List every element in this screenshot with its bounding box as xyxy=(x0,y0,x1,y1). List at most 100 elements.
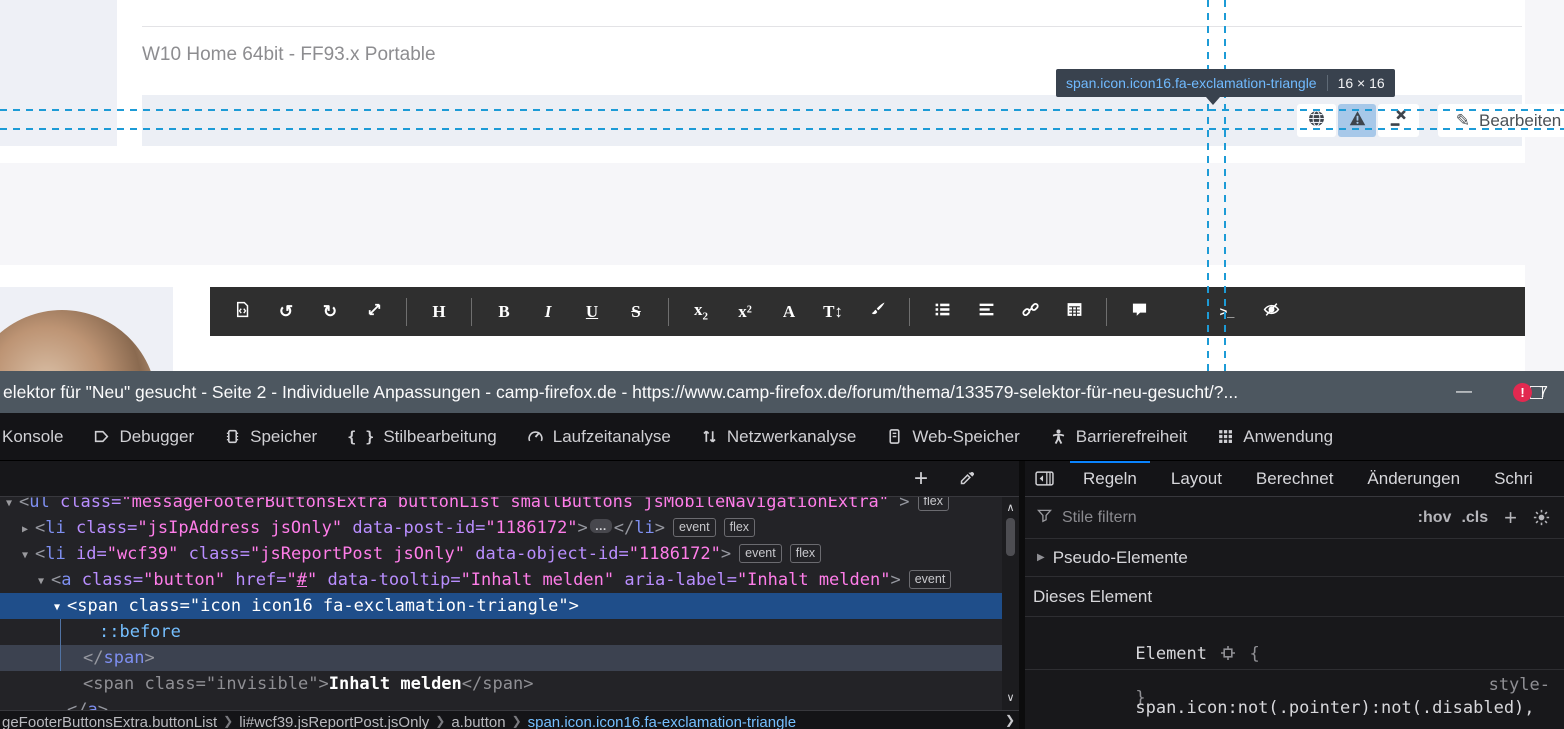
editor-redo-button[interactable]: ↻ xyxy=(308,287,352,336)
editor-fullscreen-button[interactable] xyxy=(352,287,396,336)
source-code-icon xyxy=(234,301,251,323)
infobar-selector: span.icon.icon16.fa-exclamation-triangle xyxy=(1066,75,1317,91)
scrollbar-thumb[interactable] xyxy=(1006,518,1015,556)
editor-italic-button[interactable]: I xyxy=(526,287,570,336)
devtools-tab-anwendung[interactable]: Anwendung xyxy=(1202,413,1348,460)
tab-label: Web-Speicher xyxy=(912,427,1019,447)
editor-table-button[interactable] xyxy=(1052,287,1096,336)
devtools-tab-debugger[interactable]: Debugger xyxy=(78,413,209,460)
rule-declaration[interactable]: ··cursor: default; xyxy=(1033,721,1320,729)
editor-terminal-button[interactable]: >_ xyxy=(1205,287,1249,336)
devtools-tab-stilbearbeitung[interactable]: { }Stilbearbeitung xyxy=(332,413,512,460)
eyedropper-button[interactable] xyxy=(958,470,975,487)
light-scheme-simulation-button[interactable] xyxy=(1533,509,1550,526)
editor-bold-button[interactable]: B xyxy=(482,287,526,336)
scroll-up-icon[interactable]: ∧ xyxy=(1002,499,1019,516)
devtools-tab-konsole[interactable]: Konsole xyxy=(0,413,78,460)
minimize-button[interactable]: — xyxy=(1450,371,1478,413)
devtools-tab-web-speicher[interactable]: Web-Speicher xyxy=(871,413,1034,460)
tab-label: Laufzeitanalyse xyxy=(553,427,671,447)
add-rule-button[interactable]: + xyxy=(1504,505,1517,531)
markup-row[interactable]: </span> xyxy=(0,645,1002,671)
chevron-right-icon: ▶ xyxy=(1037,552,1045,563)
post-footer-bar: ✎ Bearbeiten 66 ★ xyxy=(142,95,1522,146)
editor-subscript-button[interactable]: x2 xyxy=(679,287,723,336)
editor-undo-button[interactable]: ↺ xyxy=(264,287,308,336)
highlight-selector-target-icon[interactable] xyxy=(1217,644,1239,664)
twisty-collapsed-icon[interactable]: ▶ xyxy=(22,517,35,543)
editor-strikethrough-button[interactable]: S xyxy=(614,287,658,336)
event-badge[interactable]: event xyxy=(739,544,782,563)
scroll-down-icon[interactable]: ∨ xyxy=(1002,689,1019,706)
editor-font-color-button[interactable]: A xyxy=(767,287,811,336)
sidebar-tab-berechnet[interactable]: Berechnet xyxy=(1239,461,1351,496)
breadcrumb-item[interactable]: span.icon.icon16.fa-exclamation-triangle xyxy=(528,714,796,729)
markup-row[interactable]: <span class="invisible">Inhalt melden</s… xyxy=(0,671,1002,697)
sidebar-toggle-icon[interactable] xyxy=(1035,471,1054,486)
tab-label: Netzwerkanalyse xyxy=(727,427,856,447)
markup-row[interactable]: ▼<a class="button" href="#" data-tooltip… xyxy=(0,567,1002,593)
window-title: elektor für "Neu" gesucht - Seite 2 - In… xyxy=(3,382,1238,403)
editor-align-button[interactable] xyxy=(964,287,1008,336)
error-badge[interactable]: ! 7 xyxy=(1513,383,1548,402)
twisty-expanded-icon[interactable]: ▼ xyxy=(22,543,35,569)
devtools-tab-barrierefreiheit[interactable]: Barrierefreiheit xyxy=(1035,413,1203,460)
window-titlebar[interactable]: elektor für "Neu" gesucht - Seite 2 - In… xyxy=(0,371,1564,413)
editor-underline-button[interactable]: U xyxy=(570,287,614,336)
twisty-expanded-icon[interactable]: ▼ xyxy=(54,595,67,621)
markup-row[interactable]: ▶<li class="jsIpAddress jsOnly" data-pos… xyxy=(0,515,1002,541)
breadcrumb-item[interactable]: geFooterButtonsExtra.buttonList xyxy=(2,714,217,729)
toolbar-separator xyxy=(1106,298,1107,326)
infobar-arrow xyxy=(1206,97,1220,105)
tab-label: Debugger xyxy=(119,427,194,447)
toggle-pseudo-classes-button[interactable]: :hov xyxy=(1418,509,1452,527)
breadcrumb-item[interactable]: a.button xyxy=(451,714,505,729)
table-icon xyxy=(1066,301,1083,323)
editor-comment-button[interactable] xyxy=(1117,287,1161,336)
event-badge[interactable]: event xyxy=(909,570,952,589)
breadcrumb-scroll-right-icon[interactable]: ❯ xyxy=(1005,713,1015,727)
toolbar-group: BIUS xyxy=(482,287,658,336)
devtools-tab-netzwerkanalyse[interactable]: Netzwerkanalyse xyxy=(686,413,871,460)
sidebar-tab-regeln[interactable]: Regeln xyxy=(1066,461,1154,496)
twisty-expanded-icon[interactable]: ▼ xyxy=(6,497,19,517)
editor-source-code-button[interactable] xyxy=(220,287,264,336)
event-badge[interactable]: event xyxy=(673,518,716,537)
add-node-button[interactable]: + xyxy=(914,465,928,493)
sidebar-tab-änderungen[interactable]: Änderungen xyxy=(1350,461,1477,496)
toolbar-separator xyxy=(909,298,910,326)
sidebar-tab-schri[interactable]: Schri xyxy=(1477,461,1550,496)
flex-badge[interactable]: flex xyxy=(918,497,949,511)
markup-row[interactable]: ▼<ul class="messageFooterButtonsExtra bu… xyxy=(0,497,1002,515)
markup-row[interactable]: ▼<li id="wcf39" class="jsReportPost jsOn… xyxy=(0,541,1002,567)
rich-text-editor-toolbar: ↺↻HBIUSx2x²AT↕>_ xyxy=(210,287,1525,336)
editor-heading-button[interactable]: H xyxy=(417,287,461,336)
toggle-classes-button[interactable]: .cls xyxy=(1461,509,1488,527)
editor-author-cell xyxy=(0,287,173,371)
toolbar-separator xyxy=(406,298,407,326)
style-filter-input[interactable] xyxy=(1062,509,1408,527)
collapsed-content-badge[interactable]: … xyxy=(590,519,612,533)
editor-superscript-button[interactable]: x² xyxy=(723,287,767,336)
stylesheet-source-link[interactable]: style- xyxy=(1489,675,1550,695)
twisty-expanded-icon[interactable]: ▼ xyxy=(38,569,51,595)
devtools-tab-laufzeitanalyse[interactable]: Laufzeitanalyse xyxy=(512,413,686,460)
markup-scrollbar[interactable]: ∧ ∨ xyxy=(1002,497,1019,710)
brush-icon xyxy=(869,301,886,323)
devtools-tab-speicher[interactable]: Speicher xyxy=(209,413,332,460)
editor-unordered-list-button[interactable] xyxy=(920,287,964,336)
editor-brush-button[interactable] xyxy=(855,287,899,336)
editor-code-button[interactable] xyxy=(1161,287,1205,336)
flex-badge[interactable]: flex xyxy=(790,544,821,563)
markup-row[interactable]: ▼<span class="icon icon16 fa-exclamation… xyxy=(0,593,1002,619)
editor-link-button[interactable] xyxy=(1008,287,1052,336)
breadcrumb-item[interactable]: li#wcf39.jsReportPost.jsOnly xyxy=(239,714,429,729)
markup-row[interactable]: </a> xyxy=(0,697,1002,710)
flex-badge[interactable]: flex xyxy=(724,518,755,537)
pseudo-elements-section[interactable]: ▶ Pseudo-Elemente xyxy=(1025,539,1564,577)
highlighter-infobar: span.icon.icon16.fa-exclamation-triangle… xyxy=(1056,69,1395,97)
sidebar-tab-layout[interactable]: Layout xyxy=(1154,461,1239,496)
editor-hidden-content-button[interactable] xyxy=(1249,287,1293,336)
markup-row[interactable]: ::before xyxy=(0,619,1002,645)
editor-text-size-button[interactable]: T↕ xyxy=(811,287,855,336)
